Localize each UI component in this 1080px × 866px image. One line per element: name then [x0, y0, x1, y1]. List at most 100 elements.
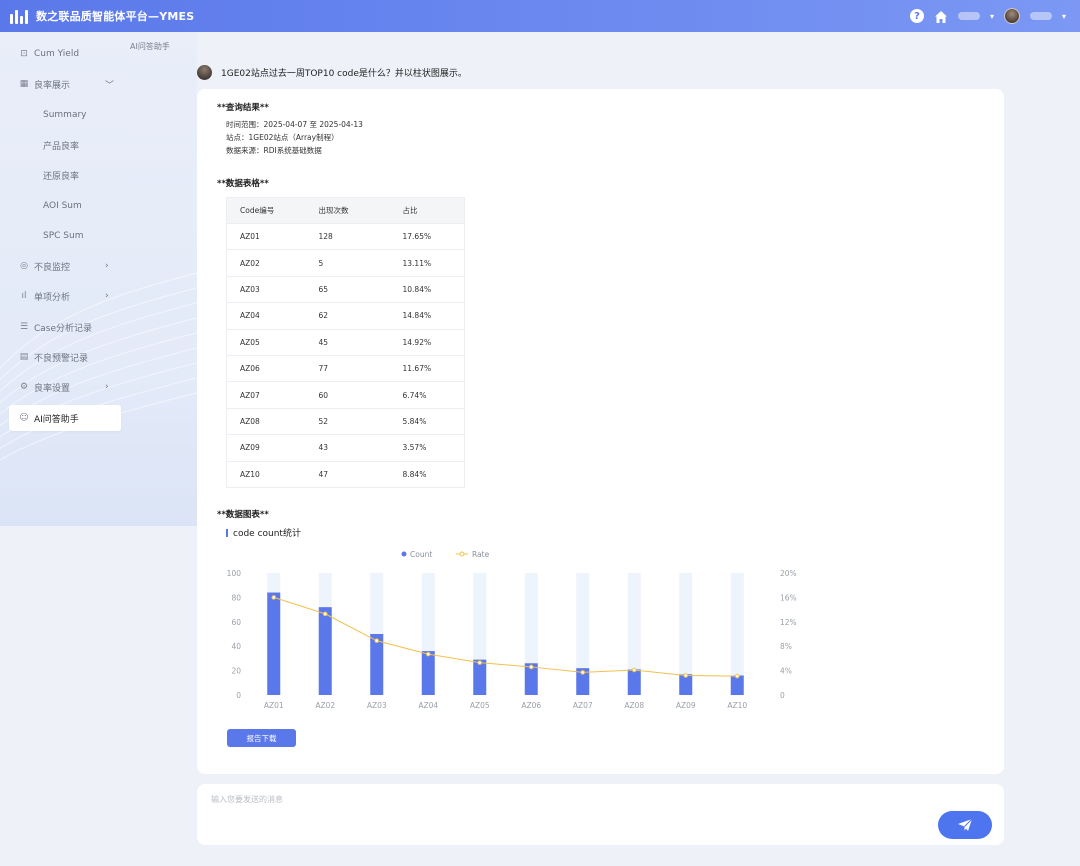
table-row: AZ05 45 14.92% [226, 328, 465, 356]
send-button[interactable] [938, 811, 992, 839]
table-cell: 52 [305, 407, 390, 435]
y-axis-left-tick: 20 [231, 667, 241, 676]
chevron-down-icon[interactable]: ▾ [1062, 12, 1066, 21]
sidebar-item-label: 还原良率 [43, 171, 80, 182]
sidebar-item-label: Cum Yield [34, 49, 80, 59]
rate-point [425, 651, 431, 657]
result-section-title: **查询结果** [217, 103, 269, 113]
y-axis-right-tick: 16% [780, 593, 797, 602]
question-text: 1GE02站点过去一周TOP10 code是什么？并以柱状图展示。 [221, 69, 467, 79]
sidebar-item-restored-yield[interactable]: 还原良率 [9, 162, 121, 188]
y-axis-right-tick: 0 [780, 691, 785, 700]
sidebar-item-label: 良率设置 [34, 383, 71, 394]
rate-point [374, 638, 380, 644]
title-marker [226, 528, 228, 537]
table-cell: 62 [305, 302, 390, 330]
data-source-text: 数据来源：RDI系统基础数据 [226, 146, 322, 155]
sidebar-item-yield-display[interactable]: ▦ 良率展示 ﹀ [9, 71, 121, 97]
sidebar-item-label: SPC Sum [43, 231, 84, 241]
rate-point [477, 660, 483, 665]
sidebar-item-case-records[interactable]: ☰ Case分析记录 [9, 314, 121, 340]
sidebar-item-spc-sum[interactable]: SPC Sum [9, 223, 121, 249]
sidebar-item-ai-assistant[interactable]: ☺ AI问答助手 [9, 405, 121, 431]
table-cell: 8.84% [389, 460, 465, 488]
y-axis-left-tick: 0 [236, 691, 241, 700]
table-cell: 5 [305, 249, 390, 277]
table-cell: 45 [305, 328, 390, 356]
table-header-cell: 占比 [389, 197, 465, 224]
legend-count-label: Count [410, 550, 432, 559]
table-cell: AZ10 [226, 460, 306, 488]
document-icon: ☰ [19, 322, 29, 332]
top-bar: 数之联品质智能体平台—YMES ? ▾ ▾ [0, 0, 1080, 32]
sidebar-item-alert-records[interactable]: ▤ 不良预警记录 [9, 344, 121, 370]
bar-chart-icon: ıl [21, 291, 27, 301]
table-cell: 17.65% [389, 222, 465, 250]
table-row: AZ04 62 14.84% [226, 302, 465, 330]
table-row: AZ10 47 8.84% [226, 460, 465, 488]
rate-point [322, 611, 328, 617]
sidebar-item-aoi-sum[interactable]: AOI Sum [9, 193, 121, 219]
message-input[interactable] [211, 794, 911, 834]
user-avatar[interactable] [1003, 8, 1020, 24]
ai-chat-icon: ☺ [19, 413, 29, 423]
table-cell: 3.57% [389, 434, 465, 462]
chevron-right-icon: › [105, 382, 109, 392]
y-axis-left-tick: 60 [231, 618, 241, 627]
sidebar: ⊡ Cum Yield ▦ 良率展示 ﹀ Summary 产品良率 还原良率 A… [0, 32, 197, 526]
chart-section-title: **数据图表** [217, 510, 269, 520]
sidebar-item-single-analysis[interactable]: ıl 单项分析 › [9, 283, 121, 309]
calendar-icon: ▦ [19, 79, 29, 89]
sidebar-item-label: 不良预警记录 [34, 353, 89, 364]
table-cell: 65 [305, 275, 390, 303]
table-header-row: Code编号 出现次数 占比 [226, 197, 465, 224]
answer-card: **查询结果** 时间范围：2025-04-07 至 2025-04-13 站点… [197, 89, 1004, 774]
station-text: 站点：1GE02站点（Array制程） [226, 133, 339, 142]
user-name[interactable] [1029, 12, 1052, 20]
x-axis-tick: AZ09 [676, 701, 696, 710]
rate-point [734, 673, 740, 679]
sidebar-item-summary[interactable]: Summary [9, 102, 121, 128]
table-cell: 77 [305, 354, 390, 382]
table-row: AZ06 77 11.67% [226, 354, 465, 382]
bookmark-icon: ⊡ [20, 49, 28, 59]
table-header-cell: 出现次数 [305, 197, 390, 224]
question-circle-icon[interactable]: ? [909, 9, 924, 23]
x-axis-tick: AZ08 [624, 701, 644, 710]
home-icon[interactable] [934, 9, 948, 23]
download-report-button[interactable]: 报告下载 [227, 729, 296, 747]
user-question: 1GE02站点过去一周TOP10 code是什么？并以柱状图展示。 [197, 65, 467, 80]
sidebar-item-label: AOI Sum [43, 201, 82, 211]
table-row: AZ07 60 6.74% [226, 381, 465, 409]
table-cell: 14.84% [389, 302, 465, 330]
chart-title-text: code count统计 [233, 529, 301, 539]
chevron-right-icon: › [105, 291, 109, 301]
app-title: 数之联品质智能体平台—YMES [36, 10, 195, 23]
sidebar-item-label: Summary [43, 110, 87, 120]
monitor-icon: ◎ [20, 261, 28, 271]
table-cell: AZ01 [226, 222, 306, 250]
send-icon [958, 818, 973, 831]
table-cell: 11.67% [389, 354, 465, 382]
table-cell: AZ02 [226, 249, 306, 277]
table-section-title: **数据表格** [217, 179, 269, 189]
user-avatar [197, 65, 212, 80]
language-selector[interactable] [957, 12, 980, 20]
sidebar-item-product-yield[interactable]: 产品良率 [9, 132, 121, 158]
x-axis-tick: AZ01 [264, 701, 284, 710]
y-axis-left-tick: 100 [227, 569, 242, 578]
x-axis-tick: AZ06 [521, 701, 541, 710]
x-axis-tick: AZ07 [573, 701, 593, 710]
table-row: AZ09 43 3.57% [226, 434, 465, 462]
bar-count [267, 592, 281, 695]
sidebar-item-defect-monitor[interactable]: ◎ 不良监控 › [9, 253, 121, 279]
sidebar-item-yield-settings[interactable]: ⚙ 良率设置 › [9, 374, 121, 400]
bar-count [627, 669, 641, 695]
table-cell: 10.84% [389, 275, 465, 303]
sidebar-item-cum-yield[interactable]: ⊡ Cum Yield [9, 41, 121, 67]
chevron-down-icon[interactable]: ▾ [990, 12, 994, 21]
rate-point [580, 670, 586, 675]
time-range-text: 时间范围：2025-04-07 至 2025-04-13 [226, 120, 363, 129]
bar-count [370, 634, 384, 695]
table-row: AZ03 65 10.84% [226, 275, 465, 303]
